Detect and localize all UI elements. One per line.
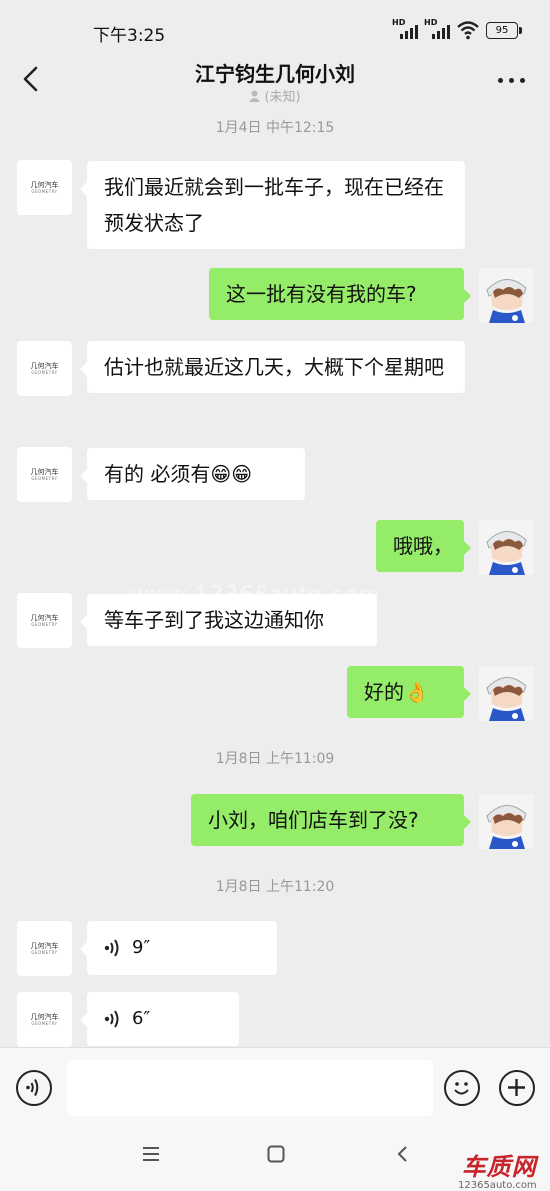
user-avatar[interactable]	[479, 794, 534, 849]
battery-indicator: 95	[486, 21, 522, 39]
plus-icon[interactable]	[499, 1070, 535, 1106]
logo-subtext: GEOMETRY	[31, 475, 58, 481]
message-input[interactable]	[67, 1060, 433, 1116]
user-avatar-image	[479, 666, 534, 721]
brand-name: 车质网	[461, 1153, 537, 1181]
person-icon	[249, 90, 261, 102]
brand-url: 12365auto.com	[458, 1180, 537, 1191]
signal-icon: HD	[424, 18, 450, 40]
logo-subtext: GEOMETRY	[31, 369, 58, 375]
user-avatar[interactable]	[479, 520, 534, 575]
contact-avatar[interactable]: 几何汽车 GEOMETRY	[17, 160, 72, 215]
voice-toggle-glyph	[26, 1079, 39, 1096]
user-avatar[interactable]	[479, 666, 534, 721]
signal-icon: HD	[392, 18, 418, 40]
user-avatar-image	[479, 794, 534, 849]
status-time: 下午3:25	[93, 26, 166, 46]
logo-subtext: GEOMETRY	[31, 621, 58, 627]
more-options-button[interactable]	[495, 64, 529, 94]
logo-text: 几何汽车	[30, 180, 59, 189]
contact-avatar[interactable]: 几何汽车 GEOMETRY	[17, 992, 72, 1047]
user-avatar[interactable]	[479, 268, 534, 323]
voice-duration: 9″	[132, 937, 151, 958]
emoji-glyph	[454, 1082, 469, 1095]
outgoing-message[interactable]: 这一批有没有我的车?	[209, 268, 471, 320]
chat-header: 江宁钧生几何小刘 (未知)	[0, 52, 550, 112]
brand-watermark: 车质网 12365auto.com	[458, 1147, 537, 1191]
outgoing-message[interactable]: 小刘，咱们店车到了没?	[191, 794, 471, 846]
incoming-message[interactable]: 估计也就最近这几天，大概下个星期吧	[80, 341, 465, 393]
chat-title: 江宁钧生几何小刘	[195, 62, 355, 86]
logo-text: 几何汽车	[30, 1012, 59, 1021]
contact-avatar[interactable]: 几何汽车 GEOMETRY	[17, 593, 72, 648]
home-icon[interactable]	[266, 1144, 286, 1164]
outgoing-message[interactable]: 好的👌	[347, 666, 471, 718]
logo-text: 几何汽车	[30, 361, 59, 370]
incoming-message[interactable]: 等车子到了我这边通知你	[80, 594, 377, 646]
outgoing-message[interactable]: 哦哦，	[376, 520, 471, 572]
message-timestamp: 1月4日 中午12:15	[215, 120, 335, 136]
logo-text: 几何汽车	[30, 941, 59, 950]
contact-avatar[interactable]: 几何汽车 GEOMETRY	[17, 341, 72, 396]
chat-subtitle: (未知)	[0, 86, 550, 105]
back-nav-icon[interactable]	[393, 1144, 413, 1164]
user-avatar-image	[479, 268, 534, 323]
message-timestamp: 1月8日 上午11:09	[215, 751, 335, 767]
voice-message[interactable]: 6″	[80, 992, 239, 1046]
voice-toggle-icon[interactable]	[16, 1070, 52, 1106]
logo-subtext: GEOMETRY	[31, 188, 58, 194]
status-bar: 下午3:25 HD HD 95	[0, 0, 550, 60]
input-bar	[0, 1047, 550, 1130]
status-icons: HD HD 95	[392, 18, 522, 41]
voice-duration: 6″	[132, 1008, 151, 1029]
incoming-message[interactable]: 有的 必须有😁😁	[80, 448, 305, 500]
user-avatar-image	[479, 520, 534, 575]
logo-text: 几何汽车	[30, 467, 59, 476]
logo-subtext: GEOMETRY	[31, 1020, 58, 1026]
logo-subtext: GEOMETRY	[31, 949, 58, 955]
voice-wave-icon	[104, 939, 119, 957]
message-timestamp: 1月8日 上午11:20	[215, 879, 335, 895]
voice-wave-icon	[104, 1010, 119, 1028]
menu-icon[interactable]	[141, 1144, 161, 1164]
logo-text: 几何汽车	[30, 613, 59, 622]
contact-avatar[interactable]: 几何汽车 GEOMETRY	[17, 921, 72, 976]
voice-message[interactable]: 9″	[80, 921, 277, 975]
contact-avatar[interactable]: 几何汽车 GEOMETRY	[17, 447, 72, 502]
wifi-icon	[457, 21, 479, 40]
subtitle-text: (未知)	[264, 90, 301, 105]
plus-glyph	[508, 1079, 525, 1096]
emoji-icon[interactable]	[444, 1070, 480, 1106]
incoming-message[interactable]: 我们最近就会到一批车子，现在已经在预发状态了	[80, 161, 465, 249]
